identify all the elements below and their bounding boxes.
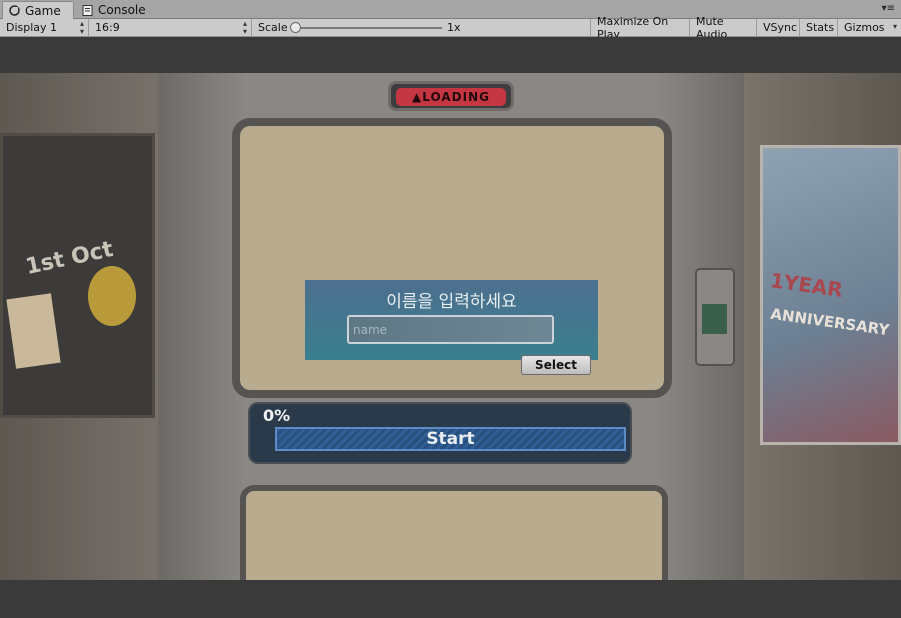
wall-keypad <box>695 268 735 366</box>
lower-screen <box>240 485 668 580</box>
name-input[interactable] <box>347 315 554 344</box>
loading-badge-label: ▲LOADING <box>396 88 506 106</box>
vsync-label: VSync <box>763 21 798 34</box>
scale-slider-thumb[interactable] <box>290 22 301 33</box>
select-button[interactable]: Select <box>521 355 591 375</box>
display-dropdown[interactable]: Display 1 ▴ ▾ <box>0 19 89 36</box>
loading-badge: ▲LOADING <box>388 81 514 111</box>
game-view-bottom-strip <box>0 580 901 618</box>
scale-value: 1x <box>447 21 461 34</box>
note-paper <box>6 293 61 369</box>
tab-game[interactable]: Game <box>2 1 74 19</box>
updown-arrow-icon: ▴ ▾ <box>79 19 84 36</box>
mascot-figure <box>88 266 136 326</box>
vsync-toggle[interactable]: VSync <box>757 19 800 36</box>
tab-game-label: Game <box>25 3 61 18</box>
aspect-value: 16:9 <box>95 21 120 34</box>
chevron-down-icon: ▾ <box>892 22 897 31</box>
gamepad-icon <box>9 5 20 16</box>
scale-slider-track[interactable] <box>298 27 442 29</box>
maximize-on-play-toggle[interactable]: Maximize On Play <box>591 15 690 41</box>
console-icon <box>82 4 93 16</box>
bulletin-board: 1st Oct <box>0 133 155 418</box>
start-button[interactable]: Start <box>275 427 626 451</box>
scale-label: Scale <box>258 21 288 34</box>
updown-arrow-icon: ▴ ▾ <box>242 19 247 36</box>
name-prompt: 이름을 입력하세요 <box>386 292 517 312</box>
gizmos-label: Gizmos <box>844 21 885 34</box>
progress-percent: 0% <box>263 406 291 425</box>
stats-toggle[interactable]: Stats <box>800 19 838 36</box>
tab-menu-icon[interactable]: ▾≡ <box>882 3 895 14</box>
stats-label: Stats <box>806 21 835 34</box>
game-toolbar: Display 1 ▴ ▾ 16:9 ▴ ▾ Scale 1x Maximize O… <box>0 15 901 41</box>
aspect-dropdown[interactable]: 16:9 ▴ ▾ <box>89 19 252 36</box>
display-value: Display 1 <box>6 21 58 34</box>
mute-audio-toggle[interactable]: Mute Audio <box>690 15 757 41</box>
editor-tab-bar: Game Console ▾≡ <box>0 0 901 19</box>
tab-console-label: Console <box>98 3 146 17</box>
name-entry-panel: 이름을 입력하세요 <box>305 280 598 360</box>
gizmos-dropdown[interactable]: Gizmos ▾ <box>838 19 901 36</box>
keypad-display <box>702 304 727 334</box>
tab-console[interactable]: Console <box>76 1 156 19</box>
